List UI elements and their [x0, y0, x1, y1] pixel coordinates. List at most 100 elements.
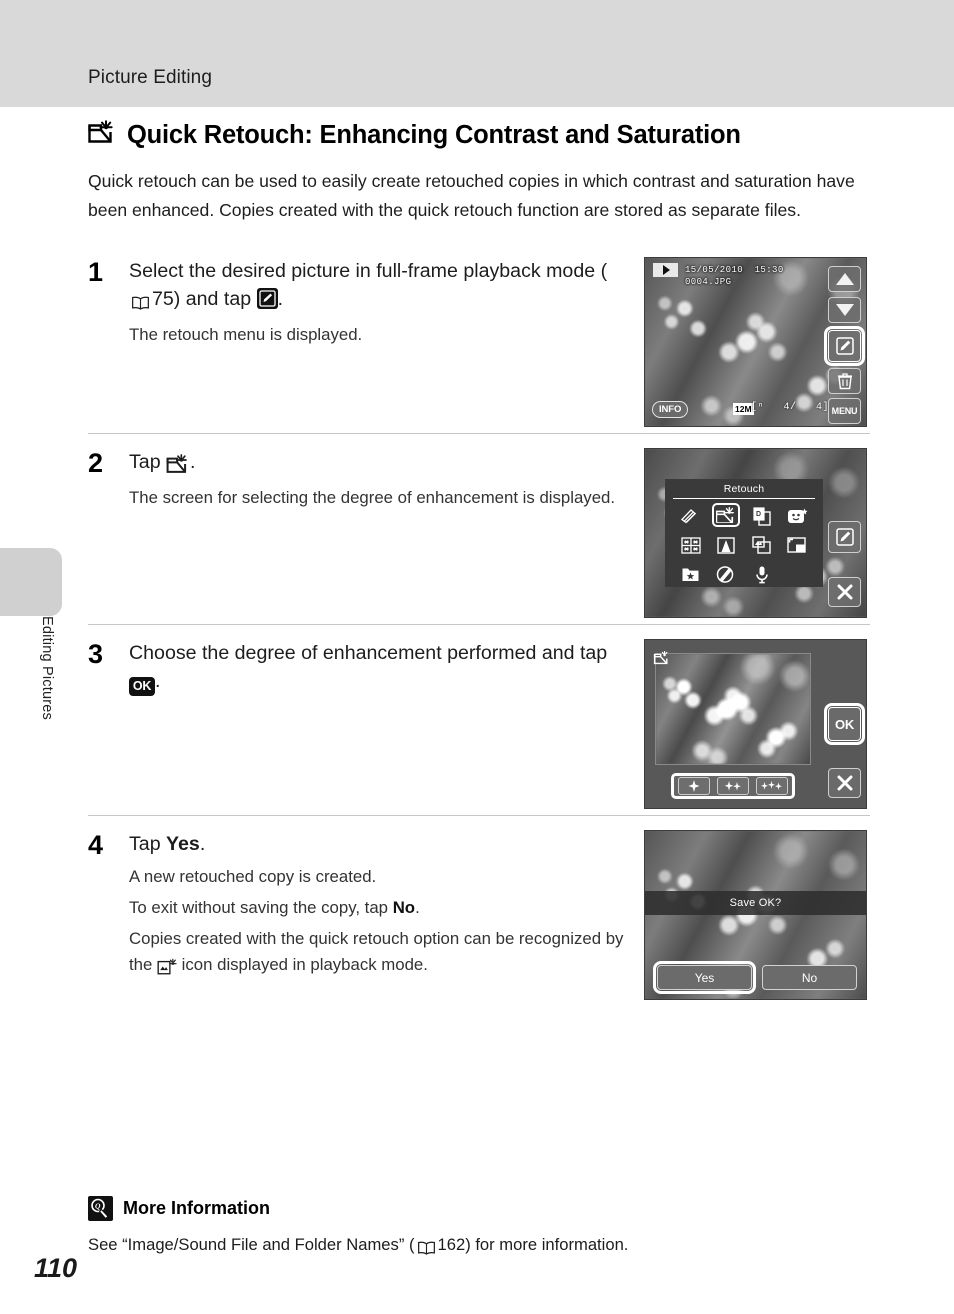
retouch-menu-title: Retouch [723, 483, 765, 495]
step-note-2-bold: No [392, 898, 416, 917]
retouch-pencil-icon [835, 528, 854, 546]
more-information-body-b: ) for more information. [465, 1235, 629, 1254]
step-3: 3 Choose the degree of enhancement perfo… [88, 624, 870, 815]
microphone-icon [756, 566, 768, 583]
ok-button-label: OK [834, 716, 855, 732]
skin-softening-icon [680, 509, 696, 524]
page-number: 110 [34, 1253, 78, 1283]
menu-item-quick-retouch[interactable] [711, 503, 741, 528]
step-note: The retouch menu is displayed. [129, 325, 363, 344]
step-instruction-part-c: . [199, 833, 206, 855]
step-number: 4 [88, 830, 104, 860]
menu-item-paint[interactable] [711, 562, 741, 586]
menu-button[interactable]: MENU [828, 398, 861, 424]
more-information-title: More Information [123, 1198, 270, 1218]
page-title-text: Quick Retouch: Enhancing Contrast and Sa… [127, 121, 741, 149]
step-instruction-part-b: ) and tap [173, 288, 257, 310]
step-reference-page: 75 [152, 288, 174, 310]
close-icon [837, 584, 852, 600]
book-reference-icon [129, 288, 152, 316]
scroll-down-button[interactable] [828, 297, 861, 323]
delete-button[interactable] [828, 368, 861, 394]
confirm-prompt: Save OK? [645, 891, 866, 915]
more-information-body: See “Image/Sound File and Folder Names” … [88, 1233, 878, 1260]
scroll-up-button[interactable] [828, 266, 861, 292]
step-note-3: Copies created with the quick retouch op… [129, 926, 626, 981]
yes-button[interactable]: Yes [653, 961, 756, 994]
step-instruction: Choose the degree of enhancement perform… [129, 639, 626, 696]
step-instruction-part-a: Select the desired picture in full-frame… [129, 260, 608, 282]
manual-page: Picture Editing Editing Pictures 110 Qui… [0, 0, 954, 1314]
ok-chip-icon: OK [129, 677, 155, 696]
screenshot-slot: OK [636, 639, 870, 815]
level-2-button[interactable] [716, 777, 749, 795]
step-4: 4 Tap Yes. A new retouched copy is creat… [88, 815, 870, 1006]
step-instruction-bold: Yes [166, 833, 200, 855]
menu-divider [673, 498, 815, 499]
level-3-button[interactable] [756, 777, 789, 795]
trash-icon [837, 373, 852, 390]
step-instruction: Select the desired picture in full-frame… [129, 257, 626, 316]
sparkle-2-icon [724, 781, 741, 791]
svg-text:D: D [756, 511, 761, 518]
close-button[interactable] [828, 768, 861, 798]
menu-item-favorites[interactable] [676, 562, 706, 586]
photo-date-text: 15/05/2010 15:30 [685, 265, 784, 275]
quick-retouch-icon [88, 120, 116, 151]
step-body: Tap . The screen for selecting the degre… [129, 448, 636, 624]
menu-item-perspective-control[interactable] [711, 533, 741, 557]
step-number: 1 [88, 257, 104, 287]
enhancement-level-selector [671, 773, 795, 799]
quick-retouch-icon [166, 451, 190, 479]
frame-counter-text: [ⁿ 4/ 4] [751, 402, 830, 413]
screenshot-slot: Retouch D [636, 448, 870, 624]
step-1: 1 Select the desired picture in full-fra… [88, 247, 870, 433]
content-column: Quick Retouch: Enhancing Contrast and Sa… [88, 120, 870, 1006]
more-information-body-a: See “Image/Sound File and Folder Names” … [88, 1235, 415, 1254]
book-reference-icon [415, 1236, 438, 1260]
smart-portrait-icon [788, 508, 808, 523]
menu-item-skin-softening[interactable] [676, 504, 706, 528]
step-instruction-part-c: . [277, 288, 284, 310]
perspective-control-icon [717, 536, 735, 554]
step-body: Choose the degree of enhancement perform… [129, 639, 636, 815]
info-button[interactable]: INFO [652, 401, 689, 418]
retouch-button[interactable] [824, 326, 865, 366]
retouch-menu-grid: D [665, 503, 823, 586]
page-title: Quick Retouch: Enhancing Contrast and Sa… [88, 120, 870, 151]
menu-item-smart-portrait[interactable] [782, 504, 812, 528]
step-note-3-part-b: icon displayed in playback mode. [177, 955, 428, 974]
menu-item-d-lighting[interactable]: D [747, 504, 777, 528]
step-instruction-part-a: Tap [129, 451, 167, 473]
camera-screen-save-confirm: Save OK? Yes No [644, 830, 867, 1000]
ok-button[interactable]: OK [824, 703, 865, 745]
step-note-1: A new retouched copy is created. [129, 867, 377, 886]
close-icon [837, 775, 852, 791]
retouch-button[interactable] [828, 521, 861, 553]
preview-image [656, 654, 810, 764]
sparkle-1-icon [688, 780, 700, 792]
step-note-2: To exit without saving the copy, tap No. [129, 895, 626, 921]
retouch-chip-icon [256, 288, 278, 309]
step-body: Select the desired picture in full-frame… [129, 257, 636, 433]
no-button[interactable]: No [762, 965, 857, 990]
filter-effects-icon [681, 536, 701, 554]
sparkle-3-icon [761, 781, 783, 790]
camera-screen-retouch-menu: Retouch D [644, 448, 867, 618]
menu-item-crop[interactable] [782, 533, 812, 557]
step-body: Tap Yes. A new retouched copy is created… [129, 830, 636, 1006]
step-instruction: Tap Yes. [129, 830, 626, 858]
paint-icon [717, 565, 734, 583]
camera-screen-playback: 15/05/2010 15:30 0004.JPG 12M [ⁿ 4/ 4] I… [644, 257, 867, 427]
close-button[interactable] [828, 577, 861, 607]
more-information-heading: Q More Information [88, 1196, 878, 1221]
menu-item-filter-effects[interactable] [676, 533, 706, 557]
level-1-button[interactable] [677, 777, 710, 795]
menu-item-small-picture[interactable] [747, 533, 777, 557]
menu-item-voice-memo[interactable] [747, 562, 777, 586]
more-information-section: Q More Information See “Image/Sound File… [88, 1196, 878, 1260]
chapter-tab-label: Editing Pictures [39, 616, 55, 720]
triangle-down-icon [835, 304, 854, 316]
d-lighting-icon: D [753, 506, 771, 526]
step-instruction-part-a: Tap [129, 833, 167, 855]
